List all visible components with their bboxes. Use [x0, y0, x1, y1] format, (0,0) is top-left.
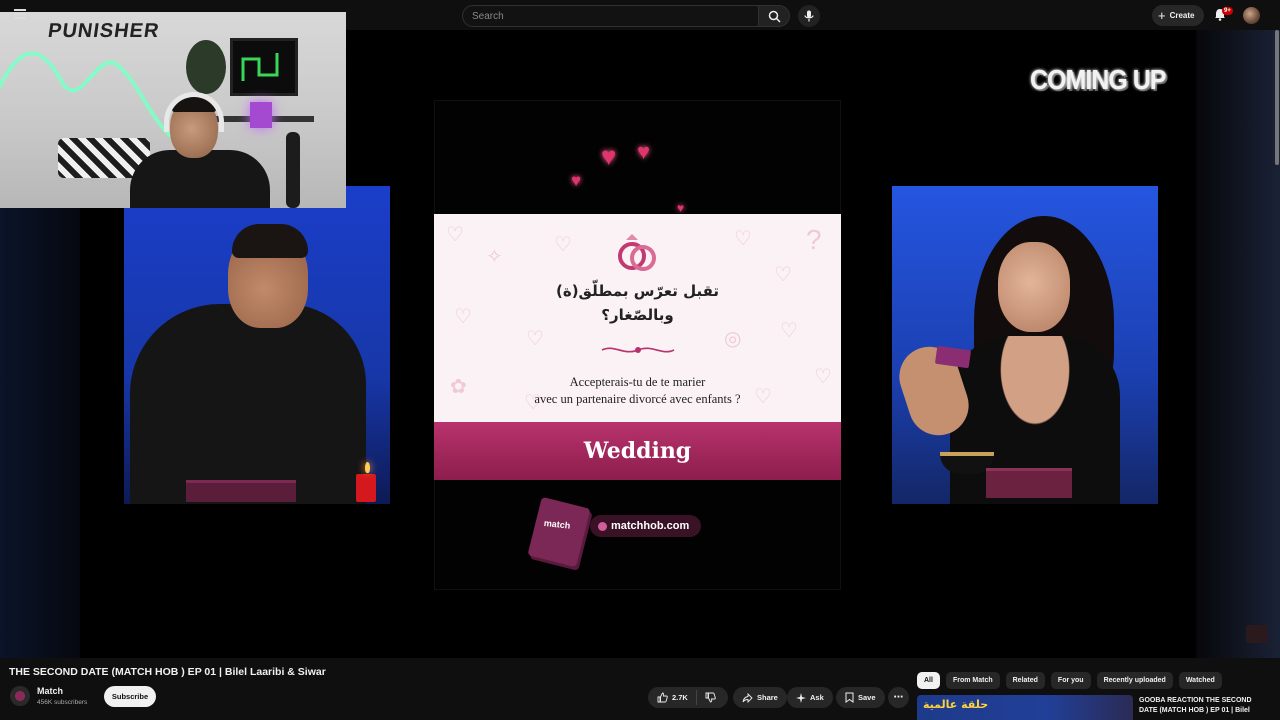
champagne-doodle-icon: ✧: [486, 246, 503, 268]
coming-up-overlay: COMING UP: [1030, 64, 1166, 96]
like-dislike-group: 2.7K: [648, 687, 728, 708]
website-text: matchhob.com: [611, 520, 690, 532]
create-label: Create: [1169, 11, 1195, 20]
search-input[interactable]: [462, 5, 758, 27]
video-right-backdrop: [1196, 30, 1280, 658]
dislike-button[interactable]: [697, 692, 716, 703]
man-hair: [232, 224, 308, 258]
card-game-box: [186, 480, 296, 502]
wedding-rings-icon: [618, 234, 656, 271]
more-actions-button[interactable]: ⋯: [888, 687, 909, 708]
search-icon: [768, 10, 781, 23]
channel-name[interactable]: Match: [37, 686, 63, 696]
notification-count-badge: 9+: [1222, 7, 1233, 15]
thumbs-up-icon: [657, 692, 668, 703]
heart-icon: ♥: [571, 171, 582, 190]
question-arabic-line1: تقبل تعرّس بمطلّق(ة): [555, 282, 720, 300]
save-button[interactable]: Save: [836, 687, 885, 708]
like-button[interactable]: 2.7K: [648, 690, 697, 705]
heart-icon: ♥: [637, 139, 651, 164]
recommendation-chips: All From Match Related For you Recently …: [917, 672, 1222, 689]
heart-doodle-icon: ♡: [734, 228, 752, 250]
question-french-line2: avec un partenaire divorcé avec enfants …: [534, 392, 741, 406]
globe-icon: [598, 521, 607, 531]
rgb-light: [250, 102, 272, 128]
question-french-line1: Accepterais-tu de te marier: [569, 375, 706, 389]
voice-search-button[interactable]: [798, 5, 820, 27]
chip-recently-uploaded[interactable]: Recently uploaded: [1096, 672, 1173, 689]
plus-icon: +: [1158, 8, 1166, 23]
streamer-figure: [130, 150, 270, 208]
create-button[interactable]: + Create: [1152, 5, 1204, 26]
ring-doodle-icon: ◎: [724, 328, 742, 350]
account-avatar[interactable]: [1243, 7, 1260, 24]
website-badge: matchhob.com: [590, 515, 702, 537]
mic-icon: [804, 10, 814, 22]
question-arabic-line2: وبالصّغار؟: [601, 306, 674, 324]
deck-label: match: [543, 517, 571, 531]
masthead: + Create 9+: [0, 0, 1280, 30]
recommended-video-thumbnail[interactable]: حلقة عالمية: [917, 695, 1133, 720]
ask-label: Ask: [810, 693, 824, 702]
thumbs-down-icon: [705, 692, 716, 703]
video-title: THE SECOND DATE (MATCH HOB ) EP 01 | Bil…: [9, 666, 326, 678]
channel-watermark-icon: [1246, 625, 1268, 643]
chip-for-you[interactable]: For you: [1050, 672, 1091, 689]
plant: [186, 40, 226, 94]
ask-button[interactable]: Ask: [787, 687, 833, 708]
save-label: Save: [858, 693, 876, 702]
chip-all[interactable]: All: [917, 672, 940, 689]
sparkle-icon: [796, 692, 806, 703]
monitor-neon-icon: [241, 53, 279, 81]
share-label: Share: [757, 693, 778, 702]
champagne-doodle-icon: ♡: [446, 224, 464, 246]
left-contestant-panel: [124, 186, 390, 504]
flourish-divider-icon: [601, 347, 675, 353]
menu-icon[interactable]: [14, 9, 26, 19]
candle: [356, 474, 376, 502]
question-doodle-icon: ?: [806, 224, 822, 255]
monitor: [230, 38, 298, 96]
chip-related[interactable]: Related: [1005, 672, 1045, 689]
card-category-bar: Wedding: [434, 422, 841, 480]
streamer-webcam: PUNISHER: [0, 12, 346, 208]
heart-doodle-icon: ♡: [554, 234, 572, 256]
card-category-label: Wedding: [583, 438, 692, 464]
share-button[interactable]: Share: [733, 687, 787, 708]
candle-flame: [365, 462, 370, 473]
share-icon: [742, 692, 753, 703]
question-card: ♡ ✧ ♡ ♡ ♡ ✿ ♡ ? ♡ ◎ ♡ ♡ ♡ ♡ تقبل تعرّس ب…: [434, 214, 841, 422]
heart-icon: ♥: [601, 141, 617, 171]
right-contestant-panel: [892, 186, 1158, 504]
like-count: 2.7K: [672, 693, 688, 702]
card-game-box: [986, 468, 1072, 498]
bookmark-icon: [845, 692, 854, 703]
recommended-video-title[interactable]: GOOBA REACTION THE SECOND DATE (MATCH HO…: [1139, 696, 1265, 716]
page-scrollbar[interactable]: [1275, 30, 1279, 165]
search-box: [462, 5, 820, 27]
subscribe-button[interactable]: Subscribe: [104, 686, 156, 707]
chip-from-match[interactable]: From Match: [945, 672, 1000, 689]
microphone-arm: [286, 132, 300, 208]
heart-icon: ♥: [677, 201, 685, 215]
channel-avatar[interactable]: [10, 686, 30, 706]
youtube-watch-page: COMING UP ♥ ♥ ♥ ♥ ♡ ✧ ♡ ♡ ♡ ✿ ♡ ? ♡ ◎ ♡ …: [0, 0, 1280, 720]
thumbnail-overlay-text: حلقة عالمية: [923, 698, 989, 711]
man-figure: [130, 304, 366, 504]
more-icon: ⋯: [893, 692, 904, 703]
chip-watched[interactable]: Watched: [1178, 672, 1222, 689]
search-button[interactable]: [758, 5, 790, 27]
subscriber-count: 456K subscribers: [37, 699, 88, 706]
heart-doodle-icon: ♡: [526, 328, 544, 350]
woman-face: [998, 242, 1070, 332]
